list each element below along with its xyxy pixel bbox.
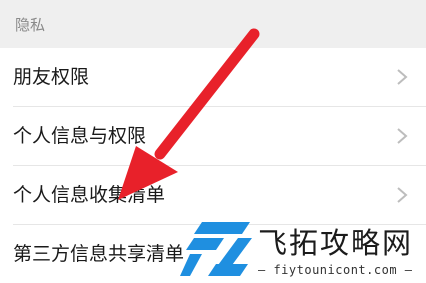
watermark-title: 飞拓攻略网 — [258, 226, 414, 260]
watermark-url: — fiytounicont.com — — [258, 263, 413, 277]
site-logo-icon — [180, 222, 252, 276]
site-watermark: 飞拓攻略网 — fiytounicont.com — — [180, 218, 426, 281]
